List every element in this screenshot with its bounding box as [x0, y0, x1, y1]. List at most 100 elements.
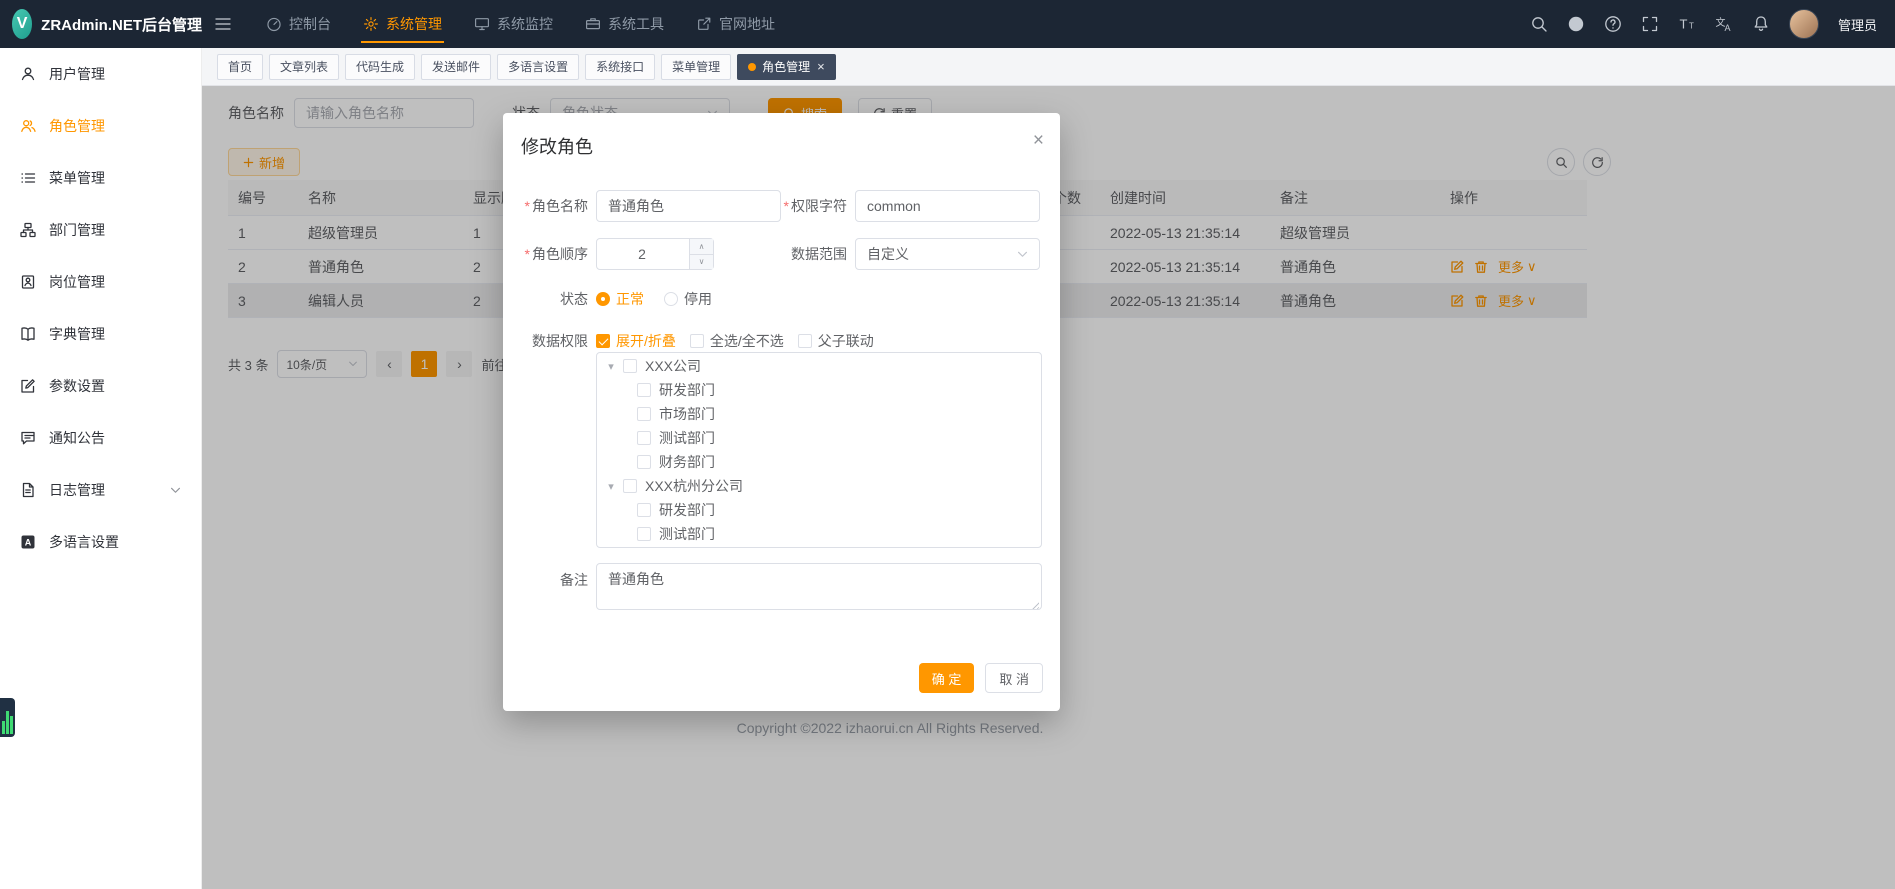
tab-label: 文章列表	[280, 58, 328, 75]
topbar: V ZRAdmin.NET后台管理 控制台 系统管理 系统监控 系统工具	[0, 0, 1895, 48]
app-root: V ZRAdmin.NET后台管理 控制台 系统管理 系统监控 系统工具	[0, 0, 1895, 889]
tab-send-email[interactable]: 发送邮件	[421, 54, 491, 80]
topnav-item-system-monitor[interactable]: 系统监控	[458, 0, 569, 48]
radio-status-normal[interactable]: 正常	[596, 289, 644, 309]
close-icon[interactable]: ×	[817, 60, 825, 73]
tree-checkbox[interactable]	[637, 383, 651, 397]
tab-home[interactable]: 首页	[217, 54, 263, 80]
tree-checkbox[interactable]	[623, 359, 637, 373]
radio-status-disabled[interactable]: 停用	[664, 289, 712, 309]
confirm-button[interactable]: 确 定	[919, 663, 975, 693]
caret-down-icon[interactable]: ▾	[603, 480, 619, 493]
sidebar-item-dept-management[interactable]: 部门管理	[0, 204, 201, 256]
help-icon[interactable]	[1604, 15, 1622, 33]
tree-node-label: 财务部门	[659, 452, 715, 472]
tree-node-label: XXX公司	[645, 356, 701, 376]
sidebar-item-dict-management[interactable]: 字典管理	[0, 308, 201, 360]
radio-selected-icon	[596, 292, 610, 306]
sidebar-item-notice[interactable]: 通知公告	[0, 412, 201, 464]
checkbox-parent-child-linkage[interactable]: 父子联动	[798, 331, 874, 351]
checkbox-expand-collapse[interactable]: 展开/折叠	[596, 331, 676, 351]
username[interactable]: 管理员	[1838, 15, 1877, 34]
remark-textarea[interactable]: 普通角色	[596, 563, 1042, 610]
tab-label: 发送邮件	[432, 58, 480, 75]
tab-i18n-settings[interactable]: 多语言设置	[497, 54, 579, 80]
topnav-item-system-tools[interactable]: 系统工具	[569, 0, 680, 48]
chevron-down-icon	[170, 487, 181, 494]
data-scope-select[interactable]: 自定义	[855, 238, 1040, 270]
sidebar-item-label: 岗位管理	[49, 272, 105, 292]
tab-menu-management[interactable]: 菜单管理	[661, 54, 731, 80]
remark-textarea-wrap: 普通角色	[596, 563, 1042, 615]
sidebar-item-role-management[interactable]: 角色管理	[0, 100, 201, 152]
tree-checkbox[interactable]	[637, 503, 651, 517]
tree-checkbox[interactable]	[637, 527, 651, 541]
sidebar-item-log-management[interactable]: 日志管理	[0, 464, 201, 516]
field-label-text: 数据范围	[791, 246, 847, 262]
role-key-input[interactable]	[855, 190, 1040, 222]
data-scope-label: 数据范围	[773, 244, 855, 264]
svg-text:T: T	[1689, 22, 1694, 31]
sidebar-item-i18n-settings[interactable]: A 多语言设置	[0, 516, 201, 568]
tree-node-label: 研发部门	[659, 380, 715, 400]
increase-icon[interactable]: ∧	[690, 239, 713, 254]
close-icon[interactable]: ×	[1033, 131, 1044, 150]
tab-system-api[interactable]: 系统接口	[585, 54, 655, 80]
sidebar-item-post-management[interactable]: 岗位管理	[0, 256, 201, 308]
topnav-label: 官网地址	[719, 14, 775, 34]
tree-checkbox[interactable]	[637, 431, 651, 445]
tree-node[interactable]: ▾ XXX杭州分公司	[597, 474, 1041, 498]
app-title: ZRAdmin.NET后台管理	[41, 14, 202, 35]
tree-checkbox[interactable]	[623, 479, 637, 493]
fullscreen-icon[interactable]	[1641, 15, 1659, 33]
stats-widget[interactable]	[0, 698, 15, 737]
topnav-label: 控制台	[289, 14, 331, 34]
tabs-bar: 首页 文章列表 代码生成 发送邮件 多语言设置 系统接口 菜单管理 角色管理 ×	[202, 48, 1895, 86]
dialog-title: 修改角色	[521, 133, 593, 159]
tree-node[interactable]: 研发部门	[597, 378, 1041, 402]
tree-node[interactable]: ▾ XXX公司	[597, 354, 1041, 378]
role-key-field: *权限字符	[773, 190, 1040, 222]
checkbox-label: 父子联动	[818, 331, 874, 351]
external-link-icon	[696, 16, 712, 32]
tree-checkbox[interactable]	[637, 407, 651, 421]
sidebar-item-param-settings[interactable]: 参数设置	[0, 360, 201, 412]
tree-checkbox[interactable]	[637, 455, 651, 469]
checkbox-icon	[798, 334, 812, 348]
required-asterisk: *	[784, 198, 789, 214]
github-icon[interactable]	[1567, 15, 1585, 33]
role-key-label: *权限字符	[773, 196, 855, 216]
caret-down-icon[interactable]: ▾	[603, 360, 619, 373]
radio-label: 停用	[684, 289, 712, 309]
sidebar: 用户管理 角色管理 菜单管理 部门管理 岗位管理 字典管理 参数设置 通知公告	[0, 48, 202, 889]
bell-icon[interactable]	[1752, 15, 1770, 33]
topbar-actions: TT 文A 管理员	[1530, 9, 1895, 39]
decrease-icon[interactable]: ∨	[690, 254, 713, 270]
tree-node[interactable]: 测试部门	[597, 426, 1041, 450]
list-icon	[20, 170, 36, 186]
topnav-item-website-link[interactable]: 官网地址	[680, 0, 791, 48]
sidebar-item-user-management[interactable]: 用户管理	[0, 48, 201, 100]
sidebar-item-menu-management[interactable]: 菜单管理	[0, 152, 201, 204]
tree-node-label: 测试部门	[659, 428, 715, 448]
font-size-icon[interactable]: TT	[1678, 15, 1696, 33]
tab-code-generation[interactable]: 代码生成	[345, 54, 415, 80]
avatar[interactable]	[1789, 9, 1819, 39]
tree-node[interactable]: 研发部门	[597, 498, 1041, 522]
topnav-item-system-management[interactable]: 系统管理	[347, 0, 458, 48]
search-icon[interactable]	[1530, 15, 1548, 33]
tree-node-label: XXX杭州分公司	[645, 476, 743, 496]
tree-node[interactable]: 财务部门	[597, 450, 1041, 474]
tab-article-list[interactable]: 文章列表	[269, 54, 339, 80]
tab-label: 首页	[228, 58, 252, 75]
role-name-input[interactable]	[596, 190, 781, 222]
cancel-button[interactable]: 取 消	[985, 663, 1043, 693]
language-icon[interactable]: 文A	[1715, 15, 1733, 33]
checkbox-label: 全选/全不选	[710, 331, 784, 351]
topnav-item-console[interactable]: 控制台	[250, 0, 347, 48]
tree-node[interactable]: 市场部门	[597, 402, 1041, 426]
checkbox-select-all[interactable]: 全选/全不选	[690, 331, 784, 351]
tab-role-management[interactable]: 角色管理 ×	[737, 54, 836, 80]
tree-node[interactable]: 测试部门	[597, 522, 1041, 546]
sidebar-toggle-icon[interactable]	[202, 9, 244, 39]
